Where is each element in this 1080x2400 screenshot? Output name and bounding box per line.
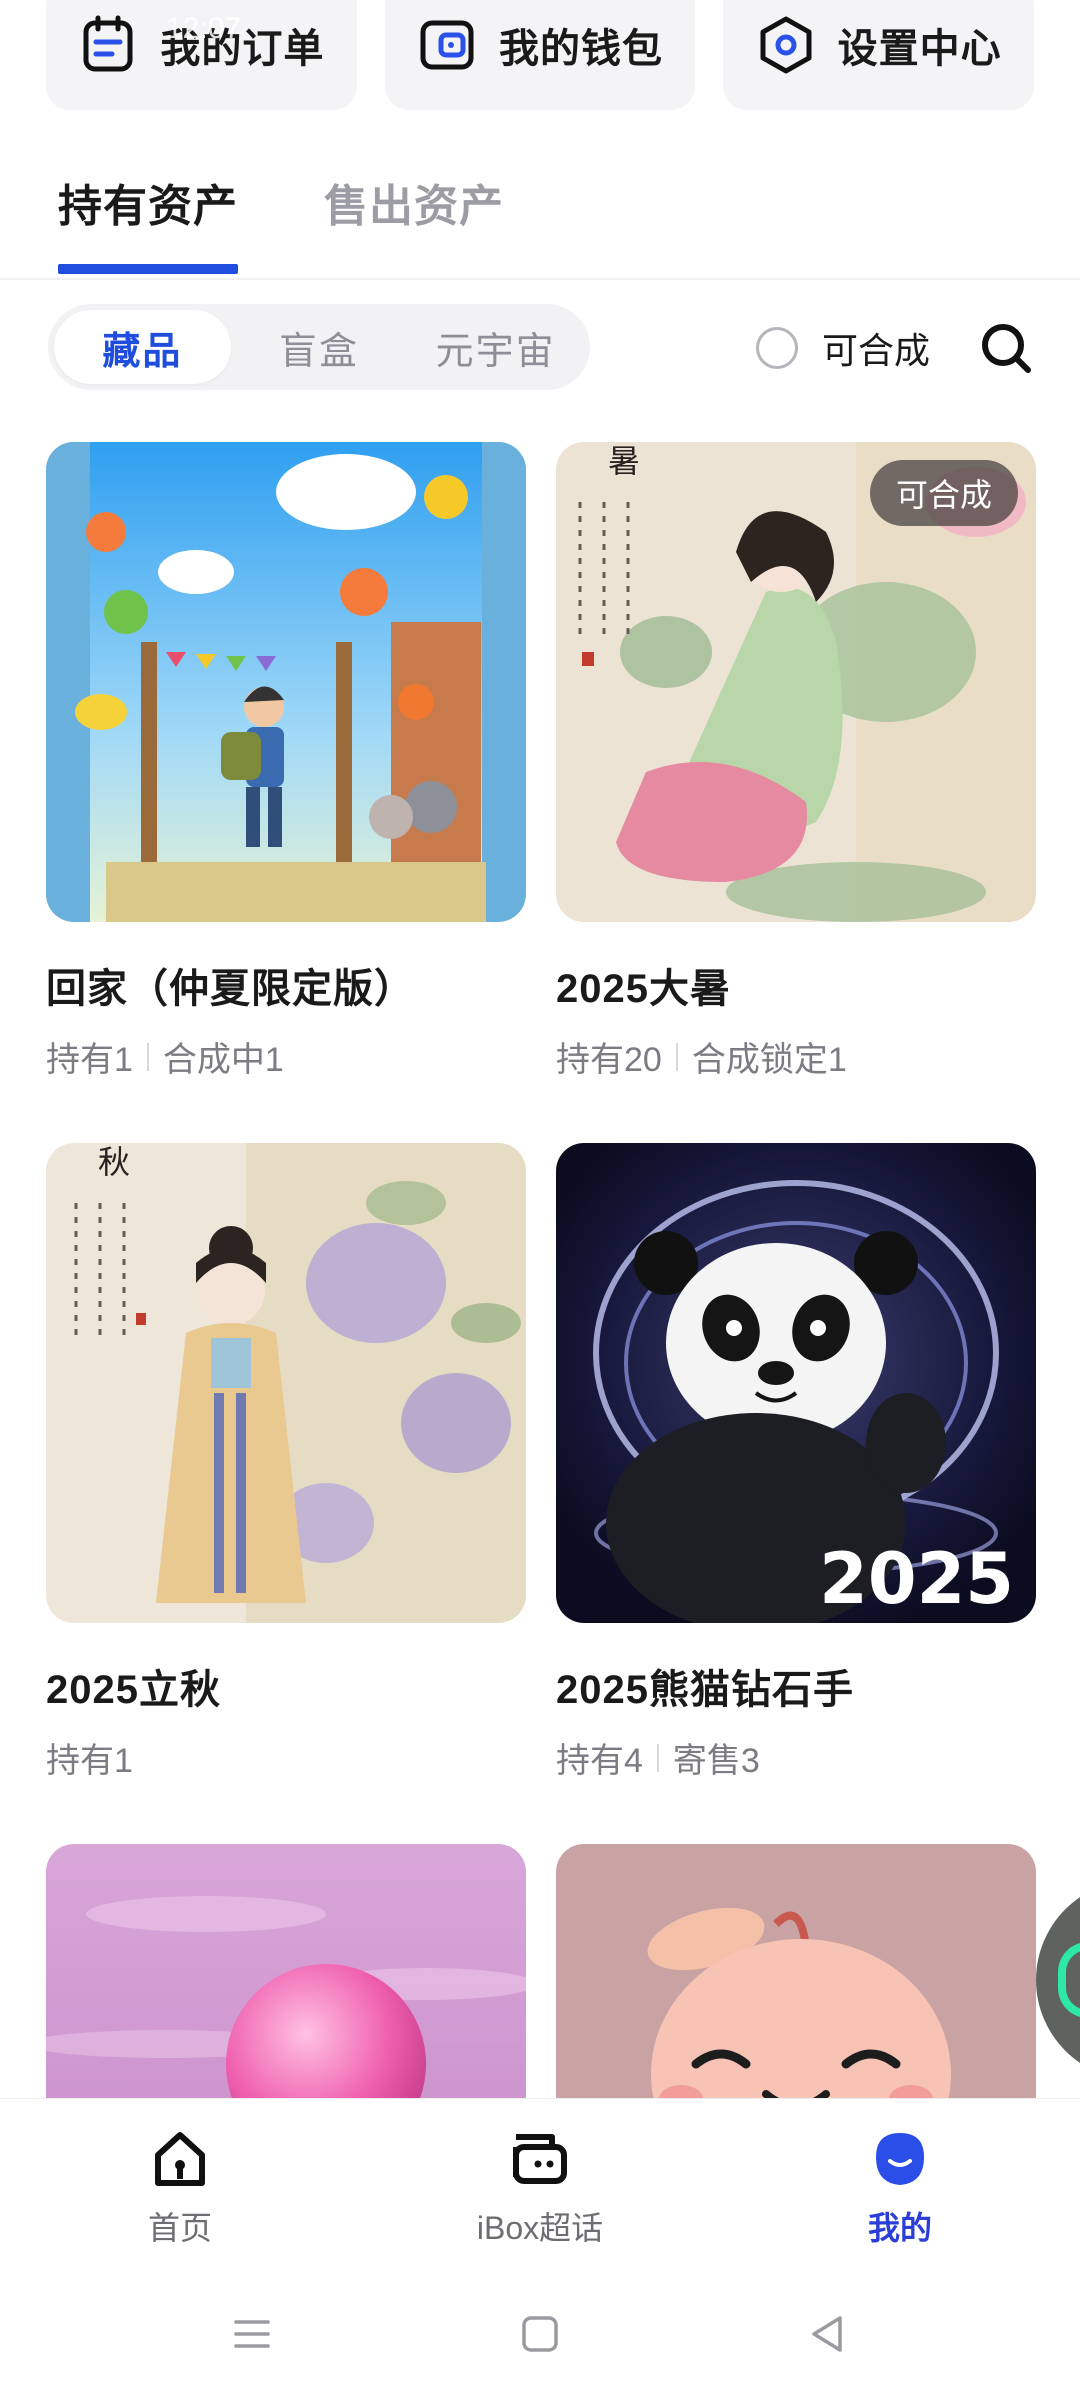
combinable-badge: 可合成 (869, 460, 1018, 526)
category-filter: 藏品 盲盒 元宇宙 (48, 304, 590, 390)
consignment-count: 寄售3 (672, 1742, 760, 1780)
search-icon[interactable] (978, 320, 1034, 376)
collectible-meta: 持有4 寄售3 (556, 1733, 1036, 1782)
system-navigation-bar (0, 2268, 1080, 2400)
combinable-toggle[interactable]: 可合成 (756, 322, 930, 374)
filter-blind-box[interactable]: 盲盒 (231, 310, 408, 384)
collectible-image: 2025 (556, 1143, 1036, 1623)
collectible-meta: 持有1 合成中1 (46, 1032, 526, 1081)
combining-count: 合成中1 (162, 1041, 284, 1079)
art-character: 秋 (98, 1143, 130, 1181)
meta-divider (675, 1042, 678, 1071)
meta-divider (656, 1743, 659, 1772)
quick-actions: 我的订单 12:07 我的钱包 设置中心 (46, 0, 1035, 110)
collectible-card[interactable]: 秋 2025立秋 持有1 (46, 1143, 526, 1782)
meta-divider (146, 1042, 149, 1071)
nav-label: 首页 (147, 2210, 212, 2246)
status-time: 12:07 (166, 12, 242, 45)
held-count: 持有1 (46, 1742, 133, 1780)
divider (0, 278, 1080, 280)
order-icon (83, 15, 133, 72)
back-icon[interactable] (804, 2310, 852, 2358)
tab-held-assets[interactable]: 持有资产 (58, 170, 238, 274)
nav-home[interactable]: 首页 (0, 2099, 360, 2268)
collectible-title: 2025大暑 (556, 967, 731, 1011)
collectible-grid: 回家（仲夏限定版） 持有1 合成中1 暑 可合成 2025大暑 持有20 合成锁… (46, 442, 1036, 2358)
collectible-title: 2025熊猫钻石手 (556, 1668, 854, 1712)
my-orders-button[interactable]: 我的订单 12:07 (46, 0, 357, 110)
collectible-card[interactable]: 回家（仲夏限定版） 持有1 合成中1 (46, 442, 526, 1081)
home-square-icon[interactable] (516, 2310, 564, 2358)
filter-metaverse[interactable]: 元宇宙 (407, 310, 584, 384)
nav-label: 我的 (867, 2210, 932, 2246)
nav-ibox-topics[interactable]: iBox超话 (360, 2099, 720, 2268)
wallet-icon (420, 20, 474, 70)
page: 我的订单 12:07 我的钱包 设置中心 持有资产 售出资产 藏品 盲盒 元宇宙 (0, 0, 1080, 2400)
locked-count: 合成锁定1 (691, 1041, 847, 1079)
assistant-icon (1058, 1942, 1080, 2018)
profile-icon (876, 2133, 924, 2185)
held-count: 持有4 (556, 1742, 643, 1780)
asset-tabs: 持有资产 售出资产 (58, 170, 504, 274)
floating-assistant-button[interactable] (1036, 1880, 1080, 2080)
collectible-title: 2025立秋 (46, 1668, 221, 1712)
bottom-navigation: 首页 iBox超话 我的 (0, 2098, 1080, 2268)
held-count: 持有20 (556, 1041, 662, 1079)
filter-collectibles[interactable]: 藏品 (54, 310, 231, 384)
collectible-meta: 持有1 (46, 1733, 526, 1782)
collectible-title: 回家（仲夏限定版） (46, 967, 415, 1011)
chat-icon (513, 2134, 567, 2184)
settings-icon (760, 16, 812, 74)
quick-action-label: 设置中心 (837, 27, 1002, 71)
art-character: 暑 (608, 442, 640, 480)
collectible-image: 秋 (46, 1143, 526, 1623)
combinable-radio[interactable] (756, 327, 798, 369)
quick-action-label: 我的钱包 (499, 27, 663, 71)
menu-icon[interactable] (228, 2310, 276, 2358)
collectible-card[interactable]: 暑 可合成 2025大暑 持有20 合成锁定1 (556, 442, 1036, 1081)
my-wallet-button[interactable]: 我的钱包 (384, 0, 696, 110)
nav-label: iBox超话 (476, 2210, 604, 2246)
settings-center-button[interactable]: 设置中心 (723, 0, 1035, 110)
collectible-image (46, 442, 526, 922)
combinable-label: 可合成 (822, 330, 931, 371)
held-count: 持有1 (46, 1041, 133, 1079)
collectible-meta: 持有20 合成锁定1 (556, 1032, 1036, 1081)
collectible-image: 暑 可合成 (556, 442, 1036, 922)
nav-mine[interactable]: 我的 (720, 2099, 1080, 2268)
home-icon (155, 2132, 205, 2186)
tab-sold-assets[interactable]: 售出资产 (324, 170, 504, 274)
art-year: 2025 (819, 1538, 1014, 1620)
collectible-card[interactable]: 2025 2025熊猫钻石手 持有4 寄售3 (556, 1143, 1036, 1782)
